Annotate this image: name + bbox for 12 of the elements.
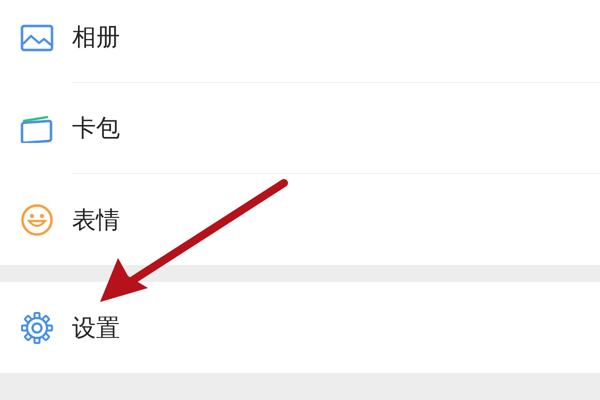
wallet-icon bbox=[20, 114, 54, 142]
menu-label: 卡包 bbox=[72, 113, 120, 144]
menu-item[interactable]: 卡包 bbox=[0, 83, 600, 174]
menu-item[interactable]: 表情 bbox=[0, 174, 600, 265]
menu-label: 设置 bbox=[72, 312, 120, 344]
menu-item[interactable]: 设置 bbox=[0, 282, 600, 373]
menu-label: 表情 bbox=[72, 204, 120, 236]
menu-label: 相册 bbox=[72, 22, 120, 53]
image-icon bbox=[20, 24, 54, 52]
smiley-icon bbox=[20, 202, 54, 236]
menu-item[interactable]: 相册 bbox=[0, 0, 600, 83]
settings-icon bbox=[20, 310, 54, 344]
